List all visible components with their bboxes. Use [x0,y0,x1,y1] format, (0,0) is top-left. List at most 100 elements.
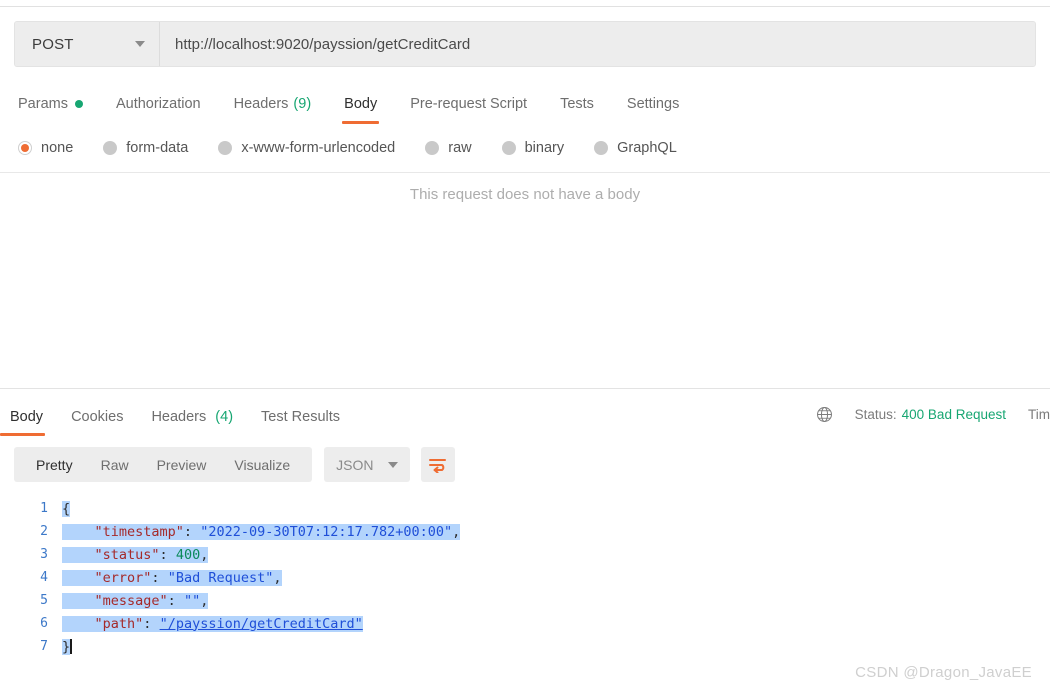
response-tab-test-results-label: Test Results [261,408,341,425]
url-value: http://localhost:9020/payssion/getCredit… [175,35,471,53]
headers-count: (9) [293,96,312,112]
tab-pre-request-script-label: Pre-request Script [410,96,528,112]
line-number: 4 [40,570,48,585]
response-headers-count: (4) [215,408,234,425]
request-body-divider [0,172,1050,173]
wrap-text-button[interactable] [420,447,455,482]
radio-binary-icon[interactable] [501,141,516,155]
radio-graphql-icon[interactable] [594,141,609,155]
json-value: 400 [175,546,201,563]
tab-authorization[interactable]: Authorization [116,96,201,112]
json-colon: : [151,569,168,586]
body-type-graphql[interactable]: GraphQL [594,140,677,156]
json-value: "" [183,592,201,609]
tab-pre-request-script[interactable]: Pre-request Script [410,96,527,112]
json-key: "message" [94,592,168,609]
tab-tests-label: Tests [560,96,594,112]
empty-body-message: This request does not have a body [409,186,641,203]
tab-body-label: Body [344,96,378,112]
body-type-form-data[interactable]: form-data [103,140,188,156]
response-tab-cookies-label: Cookies [71,408,124,425]
response-format-label: JSON [336,456,374,473]
response-tab-body-label: Body [10,408,44,425]
radio-form-data-icon[interactable] [103,141,118,155]
response-time-label: Tim [1028,406,1050,422]
chevron-down-icon [387,461,398,468]
body-type-graphql-label: GraphQL [617,140,677,156]
code-line: 2 "timestamp": "2022-09-30T07:12:17.782+… [0,520,1050,543]
line-content: { [62,500,71,517]
tab-params[interactable]: Params [18,96,83,112]
response-view-toolbar: Pretty Raw Preview Visualize JSON [14,447,455,482]
tab-tests[interactable]: Tests [560,96,594,112]
body-type-x-www-form-urlencoded[interactable]: x-www-form-urlencoded [218,140,395,156]
request-response-divider [0,388,1050,389]
globe-icon[interactable] [816,406,833,423]
view-raw-button[interactable]: Raw [87,457,143,473]
request-tabs: Params Authorization Headers (9) Body Pr… [0,88,1050,124]
body-type-binary[interactable]: binary [501,140,564,156]
body-type-raw[interactable]: raw [425,140,472,156]
tab-body[interactable]: Body [342,96,380,124]
body-type-raw-label: raw [448,140,472,156]
json-value: "2022-09-30T07:12:17.782+00:00" [200,523,453,540]
line-number: 3 [40,547,48,562]
postman-window: POST http://localhost:9020/payssion/getC… [0,0,1050,700]
response-tab-test-results[interactable]: Test Results [261,409,340,425]
line-number: 5 [40,593,48,608]
radio-none-icon[interactable] [18,141,32,155]
line-number: 1 [40,501,48,516]
radio-raw-icon[interactable] [425,141,440,155]
text-cursor [70,639,72,654]
response-format-select[interactable]: JSON [324,447,410,482]
url-input[interactable]: http://localhost:9020/payssion/getCredit… [160,22,1035,66]
view-preview-button[interactable]: Preview [143,457,221,473]
response-tab-cookies[interactable]: Cookies [71,409,123,425]
view-pretty-button[interactable]: Pretty [22,457,87,473]
tab-settings-label: Settings [626,96,680,112]
wrap-text-icon [429,458,447,473]
radio-x-www-form-urlencoded-icon[interactable] [218,141,233,155]
json-comma: , [200,592,209,609]
json-colon: : [143,615,160,632]
code-line: 1 { [0,497,1050,520]
body-type-radio-group: none form-data x-www-form-urlencoded raw… [0,134,1050,162]
chevron-down-icon [135,41,145,47]
response-tab-underline [0,432,46,436]
json-key: "timestamp" [94,523,184,540]
response-tab-body[interactable]: Body [0,408,46,436]
json-key: "status" [94,546,160,563]
response-status-area: Status: 400 Bad Request Tim [816,402,1050,426]
json-colon: : [167,592,184,609]
code-line: 4 "error": "Bad Request", [0,566,1050,589]
body-type-none-label: none [41,140,74,156]
params-indicator-dot [74,100,83,108]
tab-settings[interactable]: Settings [627,96,679,112]
http-method-label: POST [32,35,74,53]
json-key: "path" [94,615,144,632]
code-line: 6 "path": "/payssion/getCreditCard" [0,612,1050,635]
code-line: 3 "status": 400, [0,543,1050,566]
http-method-select[interactable]: POST [15,22,160,66]
json-colon: : [159,546,176,563]
line-number: 6 [40,616,48,631]
json-value-link[interactable]: "/payssion/getCreditCard" [160,616,363,632]
watermark: CSDN @Dragon_JavaEE [855,664,1032,681]
line-number: 2 [40,524,48,539]
body-type-x-www-form-urlencoded-label: x-www-form-urlencoded [241,140,396,156]
tab-params-label: Params [18,96,68,112]
tab-headers[interactable]: Headers (9) [234,96,312,112]
line-content: } [62,638,71,655]
json-comma: , [200,546,209,563]
body-type-none[interactable]: none [18,140,73,156]
response-body-code[interactable]: 1 { 2 "timestamp": "2022-09-30T07:12:17.… [0,497,1050,662]
response-tab-headers[interactable]: Headers (4) [151,409,233,425]
view-visualize-button[interactable]: Visualize [220,457,304,473]
top-divider [0,6,1050,7]
request-url-bar: POST http://localhost:9020/payssion/getC… [14,21,1036,67]
tab-underline [342,121,380,124]
line-number: 7 [40,639,48,654]
